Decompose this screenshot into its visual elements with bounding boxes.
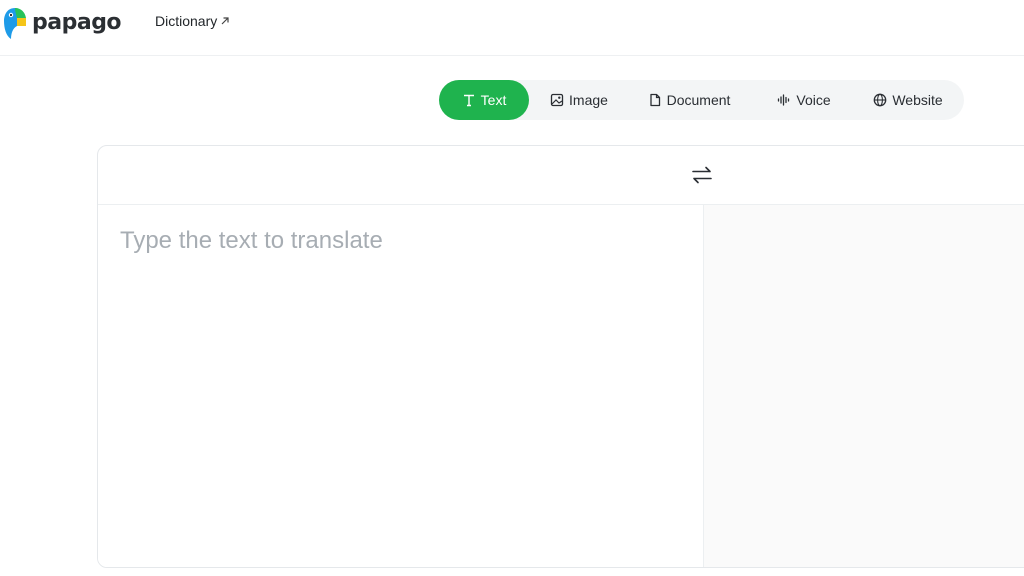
text-icon bbox=[463, 94, 474, 107]
external-arrow-icon bbox=[221, 17, 229, 25]
translation-output-area bbox=[703, 205, 1024, 567]
tab-text[interactable]: Text bbox=[439, 80, 529, 120]
logo-wordmark: papago bbox=[32, 10, 122, 35]
tab-website-label: Website bbox=[892, 92, 943, 108]
swap-languages-button[interactable] bbox=[690, 164, 714, 186]
translator-panel bbox=[97, 145, 1024, 568]
tab-voice[interactable]: Voice bbox=[759, 80, 849, 120]
tab-voice-label: Voice bbox=[796, 92, 831, 108]
swap-icon bbox=[692, 166, 712, 184]
papago-logo[interactable]: papago bbox=[2, 6, 122, 40]
tab-text-label: Text bbox=[480, 92, 507, 108]
dictionary-link[interactable]: Dictionary bbox=[155, 13, 230, 29]
top-header: papago Dictionary bbox=[0, 0, 1024, 56]
tab-website[interactable]: Website bbox=[863, 80, 953, 120]
parrot-logo-icon bbox=[4, 8, 26, 39]
source-text-input[interactable] bbox=[118, 225, 688, 545]
tab-image[interactable]: Image bbox=[537, 80, 621, 120]
tab-image-label: Image bbox=[569, 92, 608, 108]
source-text-area bbox=[98, 205, 703, 567]
language-bar bbox=[98, 146, 1024, 205]
dictionary-link-label: Dictionary bbox=[155, 13, 218, 29]
document-icon bbox=[649, 93, 660, 107]
voice-icon bbox=[778, 94, 790, 106]
globe-icon bbox=[873, 93, 887, 107]
image-icon bbox=[550, 93, 564, 107]
tab-document-label: Document bbox=[666, 92, 731, 108]
tab-document[interactable]: Document bbox=[639, 80, 739, 120]
mode-tab-bar: Text Image Document Voice Website bbox=[439, 80, 964, 120]
